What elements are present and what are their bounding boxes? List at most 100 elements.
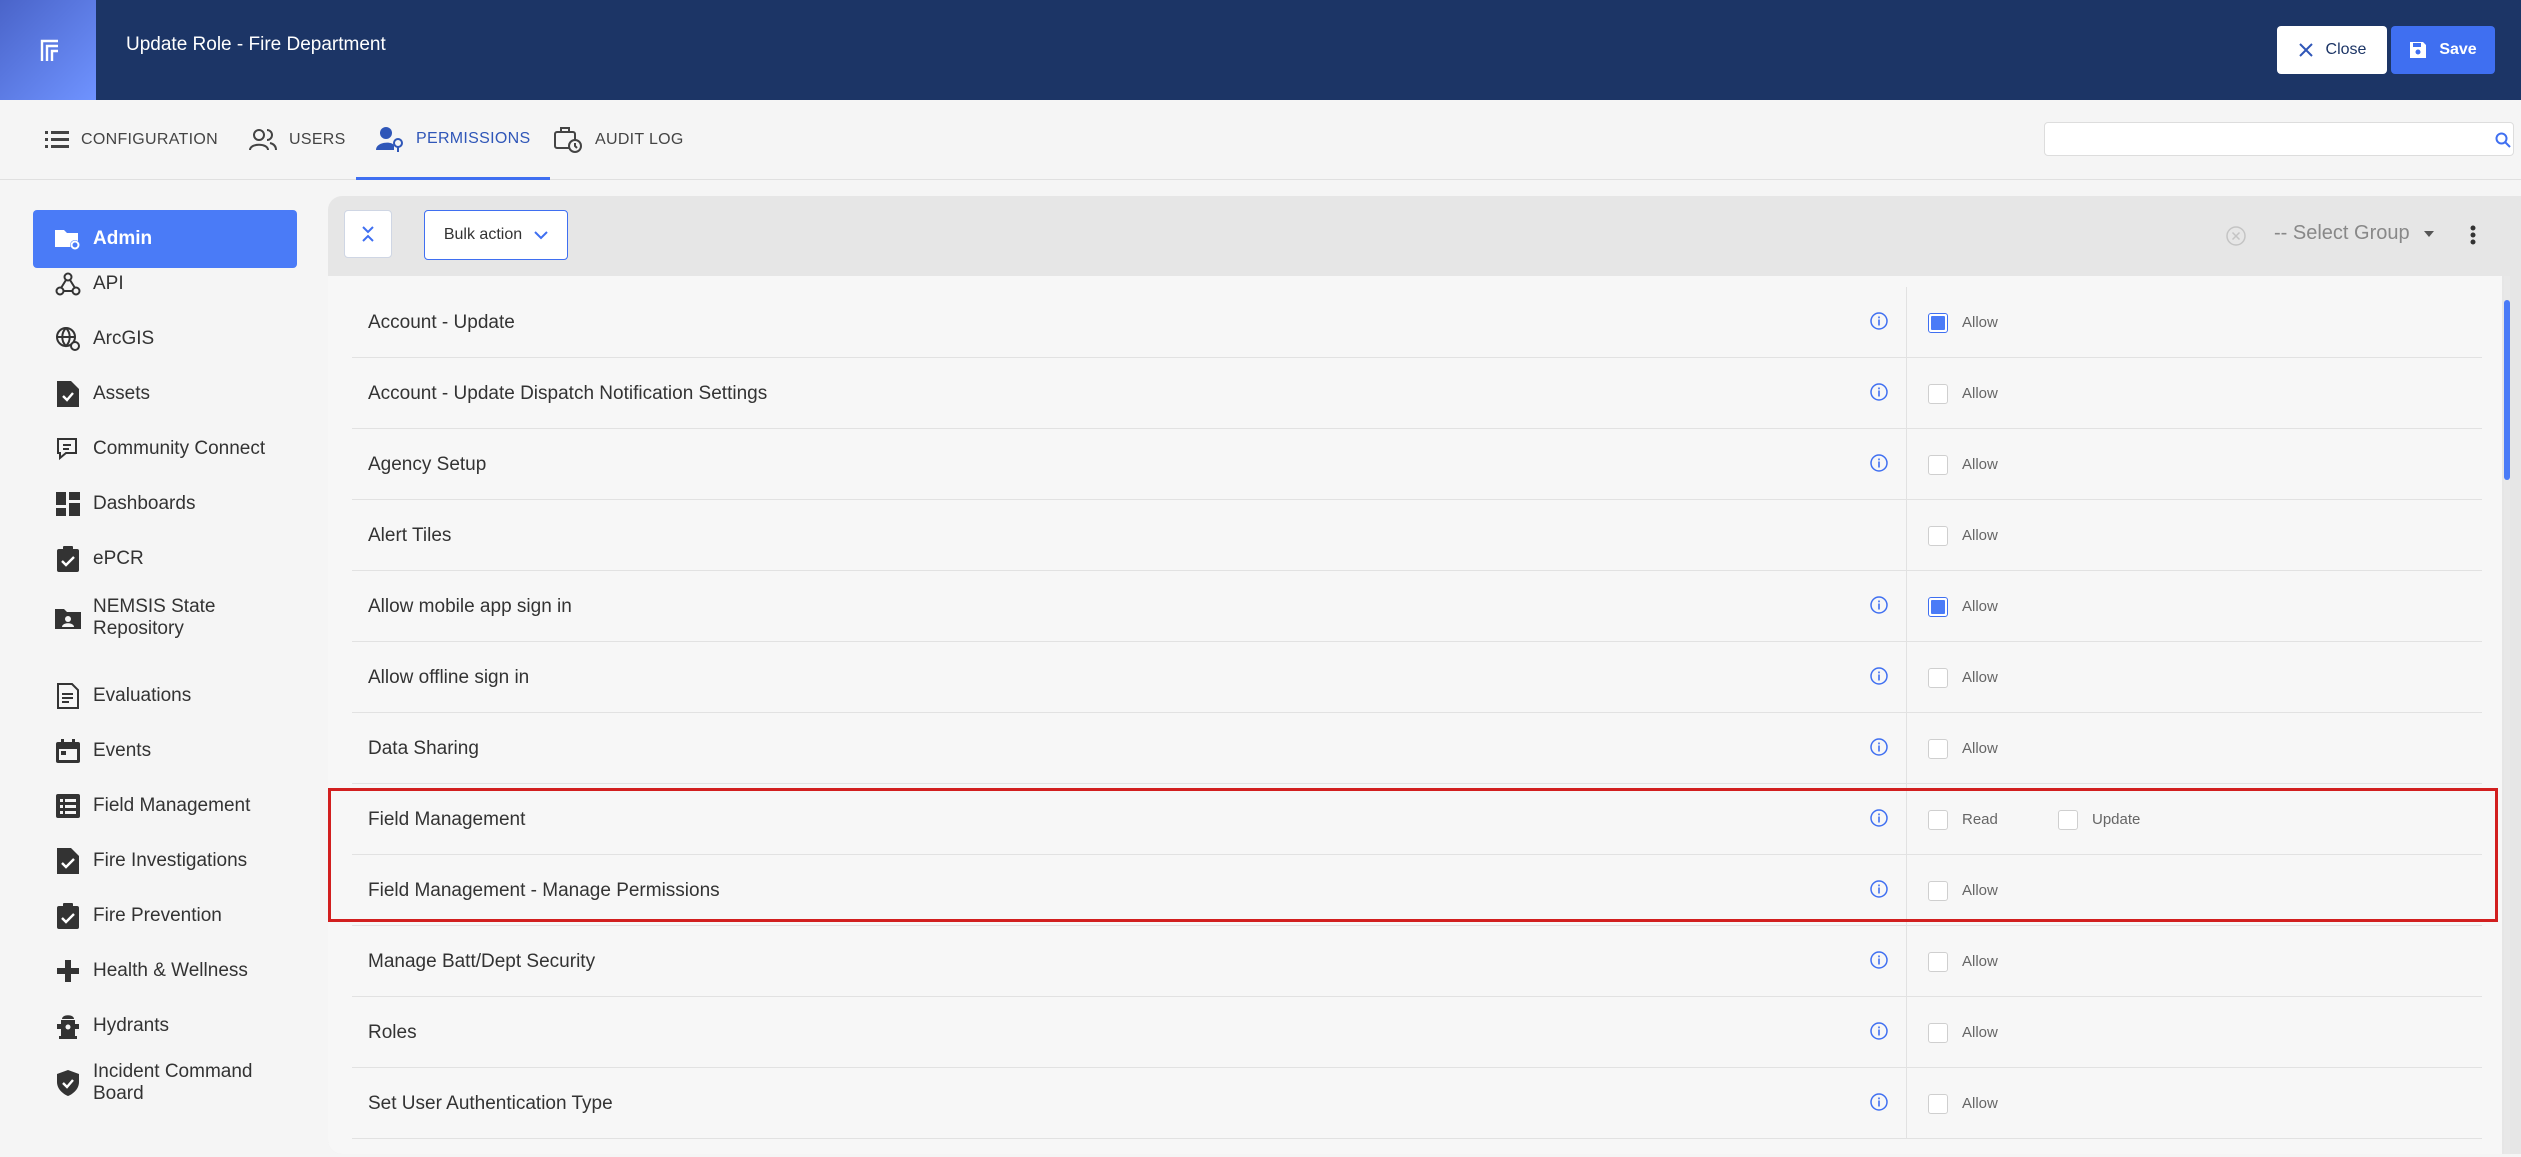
clear-icon[interactable] <box>2226 226 2246 246</box>
search-input[interactable] <box>2045 123 2513 155</box>
permission-checkbox[interactable] <box>2058 809 2078 830</box>
search-icon[interactable] <box>2495 132 2511 148</box>
app-logo[interactable] <box>0 0 96 100</box>
permission-name: Data Sharing <box>368 737 479 759</box>
sidebar-item-nemsis-state-repository[interactable]: NEMSIS State Repository <box>33 594 297 642</box>
scrollbar[interactable] <box>2504 276 2510 1154</box>
sidebar-item-evaluations[interactable]: Evaluations <box>33 676 297 716</box>
sidebar-item-fire-prevention[interactable]: Fire Prevention <box>33 896 297 936</box>
sidebar-item-label: ArcGIS <box>93 328 155 349</box>
tab-users[interactable]: USERS <box>249 100 346 180</box>
permission-checkbox[interactable] <box>1928 312 1948 333</box>
permission-checkbox[interactable] <box>1928 525 1948 546</box>
info-icon[interactable] <box>1870 667 1888 685</box>
permission-checkbox[interactable] <box>1928 454 1948 475</box>
hydrant-icon <box>53 1011 83 1041</box>
column-divider <box>1906 358 1907 429</box>
permission-name: Alert Tiles <box>368 524 452 546</box>
permission-option-label: Update <box>2092 811 2141 828</box>
permission-option-label: Allow <box>1962 385 1998 402</box>
permission-option-allow[interactable]: Allow <box>1928 997 1998 1068</box>
sidebar-item-label: Fire Investigations <box>93 850 248 871</box>
permission-checkbox[interactable] <box>1928 1093 1948 1114</box>
sidebar-item-dashboards[interactable]: Dashboards <box>33 484 297 524</box>
save-button[interactable]: Save <box>2391 26 2495 74</box>
permission-row: Agency Setup Allow <box>352 429 2482 500</box>
permission-option-allow[interactable]: Allow <box>1928 713 1998 784</box>
tab-audit-log[interactable]: AUDIT LOG <box>553 100 684 180</box>
sidebar-item-hydrants[interactable]: Hydrants <box>33 1006 297 1046</box>
info-icon[interactable] <box>1870 596 1888 614</box>
sidebar-item-events[interactable]: Events <box>33 731 297 771</box>
permission-option-update[interactable]: Update <box>2058 784 2140 855</box>
permission-option-allow[interactable]: Allow <box>1928 358 1998 429</box>
permission-option-allow[interactable]: Allow <box>1928 926 1998 997</box>
permission-option-allow[interactable]: Allow <box>1928 1068 1998 1139</box>
permission-option-label: Allow <box>1962 598 1998 615</box>
user-key-icon <box>376 126 403 152</box>
caret-down-icon <box>2423 230 2434 237</box>
permission-checkbox[interactable] <box>1928 809 1948 830</box>
permission-option-allow[interactable]: Allow <box>1928 500 1998 571</box>
column-divider <box>1906 642 1907 713</box>
sidebar-item-api[interactable]: API <box>33 264 297 304</box>
info-icon[interactable] <box>1870 951 1888 969</box>
bulk-action-button[interactable]: Bulk action <box>424 210 568 260</box>
app-header: Update Role - Fire Department Close Save <box>0 0 2521 100</box>
close-button[interactable]: Close <box>2277 26 2387 74</box>
permission-checkbox[interactable] <box>1928 667 1948 688</box>
permission-row: Allow offline sign in Allow <box>352 642 2482 713</box>
chevron-down-icon <box>534 230 548 239</box>
scrollbar-thumb[interactable] <box>2504 300 2510 480</box>
permission-row: Field Management - Manage Permissions All… <box>352 855 2482 926</box>
collapse-all-button[interactable] <box>344 210 392 258</box>
sidebar-item-incident-command-board[interactable]: Incident Command Board <box>33 1059 297 1107</box>
sidebar-item-label: Assets <box>93 383 151 404</box>
search-box <box>2044 122 2514 156</box>
info-icon[interactable] <box>1870 312 1888 330</box>
permission-checkbox[interactable] <box>1928 383 1948 404</box>
permission-option-allow[interactable]: Allow <box>1928 571 1998 642</box>
info-icon[interactable] <box>1870 880 1888 898</box>
clipboard-check-icon <box>53 846 83 876</box>
permission-option-allow[interactable]: Allow <box>1928 642 1998 713</box>
permission-option-label: Allow <box>1962 669 1998 686</box>
permission-row: Set User Authentication Type Allow <box>352 1068 2482 1139</box>
sidebar-item-fire-investigations[interactable]: Fire Investigations <box>33 841 297 881</box>
info-icon[interactable] <box>1870 1093 1888 1111</box>
tab-users-label: USERS <box>289 131 346 148</box>
info-icon[interactable] <box>1870 1022 1888 1040</box>
calendar-icon <box>53 736 83 766</box>
permission-option-read[interactable]: Read <box>1928 784 1998 855</box>
select-group-dropdown[interactable]: -- Select Group <box>2274 222 2434 245</box>
permission-checkbox[interactable] <box>1928 596 1948 617</box>
permission-checkbox[interactable] <box>1928 738 1948 759</box>
folder-gear-icon <box>53 224 83 254</box>
sidebar-item-epcr[interactable]: ePCR <box>33 539 297 579</box>
info-icon[interactable] <box>1870 738 1888 756</box>
sidebar-item-field-management[interactable]: Field Management <box>33 786 297 826</box>
permission-option-allow[interactable]: Allow <box>1928 855 1998 926</box>
more-vertical-icon[interactable] <box>2470 224 2476 246</box>
permission-row: Data Sharing Allow <box>352 713 2482 784</box>
permission-checkbox[interactable] <box>1928 880 1948 901</box>
permission-option-allow[interactable]: Allow <box>1928 429 1998 500</box>
column-divider <box>1906 1068 1907 1139</box>
sidebar-item-health-wellness[interactable]: Health & Wellness <box>33 951 297 991</box>
folder-user-icon <box>53 603 83 633</box>
sidebar-item-admin[interactable]: Admin <box>33 210 297 268</box>
info-icon[interactable] <box>1870 454 1888 472</box>
permission-option-label: Allow <box>1962 882 1998 899</box>
permission-checkbox[interactable] <box>1928 951 1948 972</box>
info-icon[interactable] <box>1870 809 1888 827</box>
permission-option-allow[interactable]: Allow <box>1928 287 1998 358</box>
sidebar-item-assets[interactable]: Assets <box>33 374 297 414</box>
sidebar: Admin API ArcGIS Assets Community Connec… <box>0 180 320 1157</box>
sidebar-item-community-connect[interactable]: Community Connect <box>33 429 297 469</box>
permission-checkbox[interactable] <box>1928 1022 1948 1043</box>
app-logo-icon <box>40 39 58 61</box>
tab-permissions[interactable]: PERMISSIONS <box>356 100 551 180</box>
info-icon[interactable] <box>1870 383 1888 401</box>
tab-configuration[interactable]: CONFIGURATION <box>45 100 218 180</box>
sidebar-item-arcgis[interactable]: ArcGIS <box>33 319 297 359</box>
